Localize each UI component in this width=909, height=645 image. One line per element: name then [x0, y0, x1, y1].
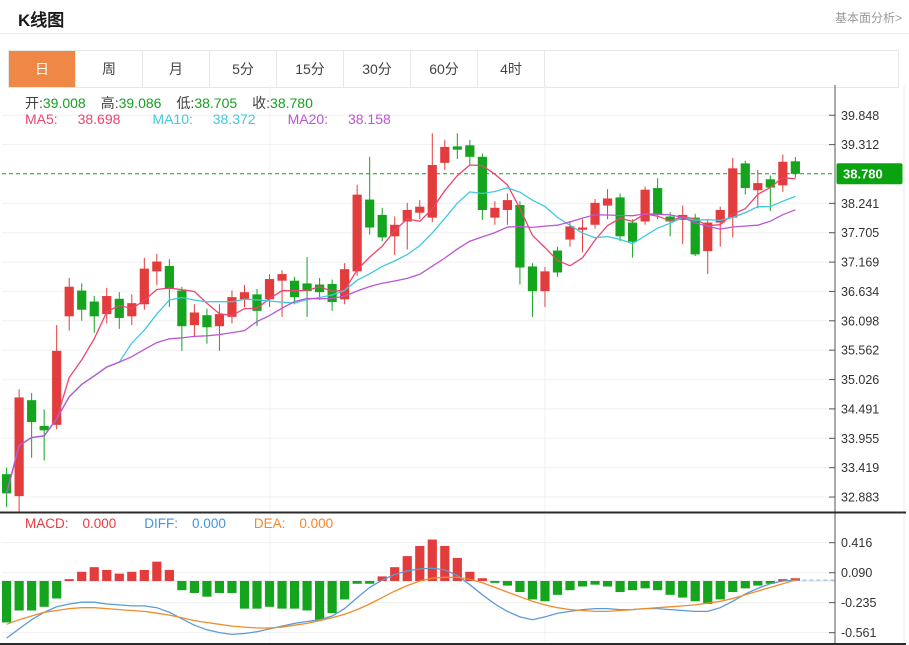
- macd-value: MACD:0.000: [25, 516, 130, 531]
- high-label: 高:: [101, 95, 119, 111]
- dea-value: DEA:0.000: [254, 516, 347, 531]
- svg-text:39.312: 39.312: [841, 138, 879, 152]
- ma-readout: MA5: 38.698 MA10: 38.372 MA20: 38.158: [25, 111, 423, 127]
- svg-text:38.241: 38.241: [841, 197, 879, 211]
- open-label: 开:: [25, 95, 43, 111]
- svg-text:39.848: 39.848: [841, 109, 879, 123]
- y-axis: 39.848 39.312 38.241 37.705 37.169 36.634 36.0…: [829, 109, 879, 640]
- svg-text:34.491: 34.491: [841, 402, 879, 416]
- macd-readout: MACD:0.000 DIFF:0.000 DEA:0.000: [25, 516, 361, 531]
- svg-text:35.026: 35.026: [841, 373, 879, 387]
- ma5-readout: MA5: 38.698: [25, 111, 136, 127]
- svg-text:37.705: 37.705: [841, 226, 879, 240]
- candles: [2, 133, 800, 512]
- svg-text:35.562: 35.562: [841, 344, 879, 358]
- svg-text:36.634: 36.634: [841, 285, 879, 299]
- svg-text:-0.235: -0.235: [841, 596, 876, 610]
- svg-text:33.419: 33.419: [841, 461, 879, 475]
- svg-text:0.090: 0.090: [841, 566, 872, 580]
- high-value: 39.086: [119, 95, 162, 111]
- low-value: 38.705: [194, 95, 237, 111]
- ma-lines: [7, 165, 796, 493]
- diff-value: DIFF:0.000: [144, 516, 240, 531]
- ohlc-readout: 开:39.008 高:39.086 低:38.705 收:38.780: [25, 93, 328, 113]
- svg-text:0.416: 0.416: [841, 536, 872, 550]
- svg-text:33.955: 33.955: [841, 432, 879, 446]
- svg-text:38.780: 38.780: [843, 167, 883, 182]
- svg-text:37.169: 37.169: [841, 256, 879, 270]
- close-value: 38.780: [270, 95, 313, 111]
- kline-page: K线图 基本面分析> 日 周 月 5分 15分 30分 60分 4时 开:39.…: [0, 0, 909, 645]
- svg-text:-0.561: -0.561: [841, 626, 876, 640]
- open-value: 39.008: [43, 95, 86, 111]
- svg-text:36.098: 36.098: [841, 314, 879, 328]
- price-badge: 38.780: [837, 163, 903, 184]
- svg-text:32.883: 32.883: [841, 491, 879, 505]
- low-label: 低:: [176, 95, 194, 111]
- ma10-readout: MA10: 38.372: [152, 111, 271, 127]
- ma20-readout: MA20: 38.158: [288, 111, 407, 127]
- close-label: 收:: [252, 95, 270, 111]
